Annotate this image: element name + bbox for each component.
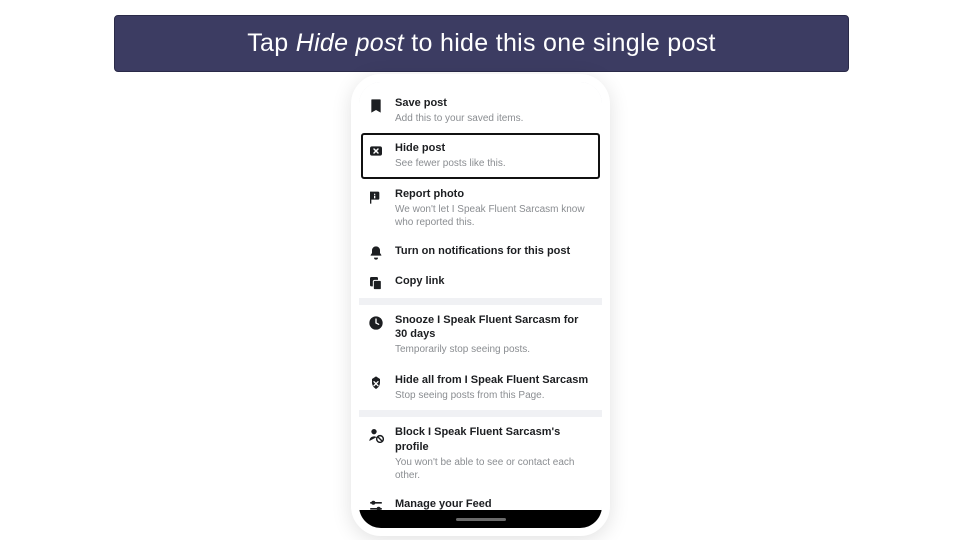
menu-item-snooze[interactable]: Snooze I Speak Fluent Sarcasm for 30 day… [359, 305, 602, 365]
hide-icon [367, 142, 385, 160]
menu-item-title: Block I Speak Fluent Sarcasm's profile [395, 425, 592, 455]
menu-section-1: Save post Add this to your saved items. … [359, 88, 602, 298]
copy-icon [367, 274, 385, 292]
minus-box-icon [367, 374, 385, 392]
menu-item-title: Report photo [395, 187, 592, 202]
menu-item-sub: Temporarily stop seeing posts. [395, 343, 592, 357]
menu-item-block[interactable]: Block I Speak Fluent Sarcasm's profile Y… [359, 417, 602, 491]
android-nav-bar [359, 510, 602, 528]
menu-item-title: Copy link [395, 274, 592, 289]
menu-item-sub: See fewer posts like this. [395, 157, 592, 171]
menu-item-hide-all[interactable]: Hide all from I Speak Fluent Sarcasm Sto… [359, 365, 602, 410]
nav-pill [456, 518, 506, 521]
menu-section-2: Snooze I Speak Fluent Sarcasm for 30 day… [359, 305, 602, 411]
report-icon [367, 188, 385, 206]
phone-frame: Save post Add this to your saved items. … [351, 74, 610, 536]
menu-item-title: Turn on notifications for this post [395, 244, 592, 259]
menu-item-sub: Stop seeing posts from this Page. [395, 389, 592, 403]
menu-item-sub: You won't be able to see or contact each… [395, 456, 592, 483]
menu-item-title: Hide post [395, 141, 592, 156]
phone-screen: Save post Add this to your saved items. … [359, 82, 602, 528]
menu-item-hide-post[interactable]: Hide post See fewer posts like this. [361, 133, 600, 178]
instruction-banner: Tap Hide post to hide this one single po… [114, 15, 849, 72]
menu-item-title: Snooze I Speak Fluent Sarcasm for 30 day… [395, 313, 592, 343]
clock-icon [367, 314, 385, 332]
bell-icon [367, 244, 385, 262]
menu-item-sub: We won't let I Speak Fluent Sarcasm know… [395, 203, 592, 230]
menu-item-copy-link[interactable]: Copy link [359, 268, 602, 298]
menu-item-title: Hide all from I Speak Fluent Sarcasm [395, 373, 592, 388]
bookmark-icon [367, 97, 385, 115]
block-icon [367, 426, 385, 444]
menu-item-save-post[interactable]: Save post Add this to your saved items. [359, 88, 602, 133]
menu-section-3: Block I Speak Fluent Sarcasm's profile Y… [359, 417, 602, 521]
banner-prefix: Tap [247, 29, 295, 57]
menu-item-notifications[interactable]: Turn on notifications for this post [359, 238, 602, 268]
banner-suffix: to hide this one single post [404, 29, 716, 57]
menu-item-sub: Add this to your saved items. [395, 112, 592, 126]
menu-item-title: Save post [395, 96, 592, 111]
menu-item-report-photo[interactable]: Report photo We won't let I Speak Fluent… [359, 179, 602, 238]
banner-emphasis: Hide post [296, 29, 404, 57]
